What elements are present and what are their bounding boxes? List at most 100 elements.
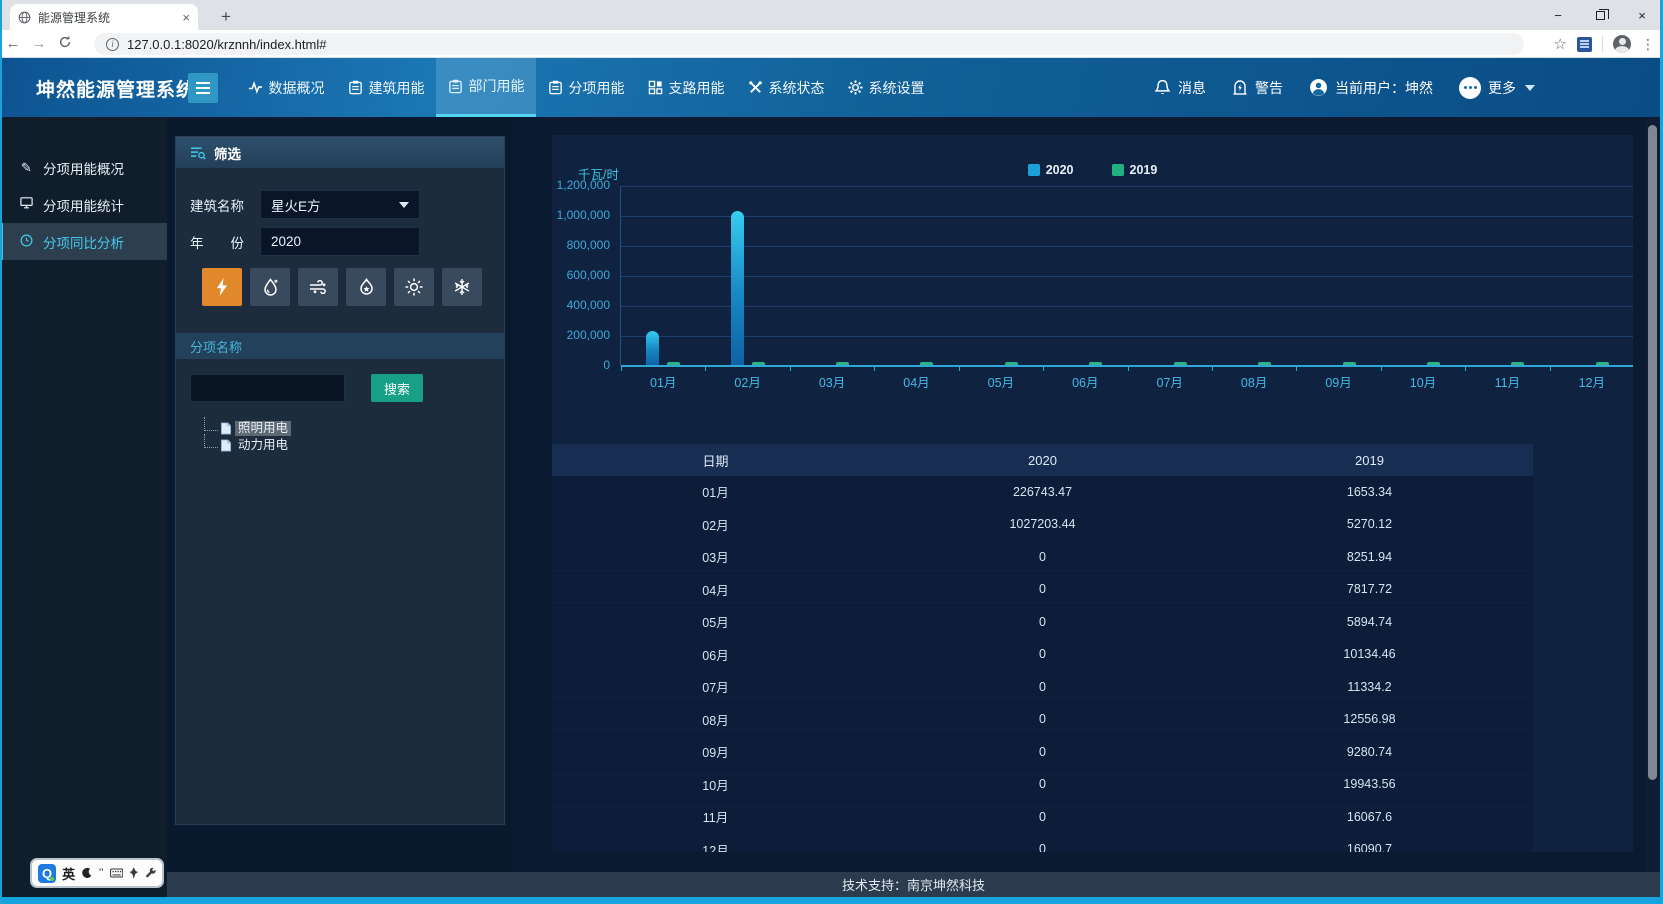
legend-swatch: [1028, 164, 1040, 176]
bar-2019[interactable]: [1427, 362, 1440, 365]
search-button[interactable]: 搜索: [371, 374, 423, 402]
nav-item-system-settings[interactable]: 系统设置: [836, 58, 936, 117]
table-row[interactable]: 07月011334.2: [552, 671, 1533, 704]
address-bar[interactable]: i 127.0.0.1:8020/krznnh/index.html#: [94, 33, 1524, 55]
monitor-icon: [19, 197, 34, 212]
current-user[interactable]: 当前用户：坤然: [1309, 78, 1433, 98]
table-row[interactable]: 02月1027203.445270.12: [552, 509, 1533, 542]
back-button[interactable]: ←: [0, 35, 26, 52]
bar-2019[interactable]: [1258, 362, 1271, 365]
bar-2019[interactable]: [1174, 362, 1187, 365]
sidebar-item-subitem-statistics[interactable]: 分项用能统计: [0, 186, 167, 223]
ime-toolbar[interactable]: Q 英 ’’: [30, 858, 164, 888]
bookmark-star-icon[interactable]: ☆: [1554, 35, 1567, 53]
pin-icon[interactable]: [129, 867, 139, 879]
new-tab-button[interactable]: +: [216, 7, 236, 27]
browser-menu-icon[interactable]: ⋮: [1641, 36, 1655, 53]
nav-item-data-overview[interactable]: 数据概况: [236, 58, 336, 117]
bar-2019[interactable]: [836, 362, 849, 365]
bar-2019[interactable]: [920, 362, 933, 365]
table-row[interactable]: 08月012556.98: [552, 704, 1533, 737]
subitem-search-input[interactable]: [190, 374, 345, 402]
energy-type-electricity-button[interactable]: [202, 268, 242, 306]
window-restore-button[interactable]: [1579, 0, 1621, 30]
x-tick-label: 06月: [1053, 372, 1117, 391]
profile-avatar[interactable]: [1613, 35, 1631, 53]
nav-item-building-energy[interactable]: 建筑用能: [336, 58, 436, 117]
table-row[interactable]: 11月016067.6: [552, 801, 1533, 834]
bar-2019[interactable]: [1343, 362, 1356, 365]
wrench-icon[interactable]: [145, 867, 156, 879]
keyboard-icon[interactable]: [110, 868, 123, 878]
bar-2019[interactable]: [1596, 362, 1609, 365]
building-name-select[interactable]: 星火E方: [260, 190, 420, 219]
messages-button[interactable]: 消息: [1154, 78, 1206, 98]
table-row[interactable]: 01月226743.471653.34: [552, 476, 1533, 509]
browser-tab[interactable]: 能源管理系统 ×: [10, 4, 198, 30]
window-minimize-button[interactable]: −: [1537, 0, 1579, 30]
ime-logo-icon[interactable]: Q: [38, 864, 56, 883]
y-tick-label: 400,000: [552, 298, 610, 312]
bar-2020[interactable]: [731, 211, 744, 365]
tree-item-power[interactable]: 动力用电: [204, 437, 291, 453]
legend-swatch: [1112, 164, 1124, 176]
energy-type-gas-button[interactable]: [346, 268, 386, 306]
nav-item-system-status[interactable]: 系统状态: [736, 58, 836, 117]
sidebar-item-subitem-overview[interactable]: ✎ 分项用能概况: [0, 149, 167, 186]
wind-icon: [309, 279, 327, 295]
site-info-icon[interactable]: i: [106, 38, 119, 51]
filter-header: 筛选: [176, 137, 504, 168]
extension-icon[interactable]: [1577, 37, 1592, 52]
alerts-button[interactable]: 警告: [1232, 78, 1283, 98]
document-icon: [220, 422, 232, 435]
energy-type-wind-button[interactable]: [298, 268, 338, 306]
x-axis-tick: [790, 367, 791, 371]
alarm-icon: [1232, 80, 1248, 96]
bar-2019[interactable]: [667, 362, 680, 365]
bar-chart-plot[interactable]: 01月02月03月04月05月06月07月08月09月10月11月12月: [620, 186, 1633, 366]
more-menu[interactable]: 更多: [1459, 77, 1535, 99]
ime-punctuation-toggle[interactable]: ’’: [99, 866, 104, 880]
forward-button[interactable]: →: [26, 35, 52, 52]
energy-type-cooling-button[interactable]: [442, 268, 482, 306]
table-row[interactable]: 12月016090.7: [552, 834, 1533, 853]
tab-close-icon[interactable]: ×: [182, 10, 190, 25]
chart-legend[interactable]: 2020 2019: [552, 163, 1633, 177]
menu-toggle-button[interactable]: [188, 73, 218, 103]
moon-icon[interactable]: [81, 867, 92, 879]
sidebar-item-yoy-analysis[interactable]: 分项同比分析: [0, 223, 167, 260]
chart-table-panel: 20202019 千瓦/时 1,200,0001,000,000800,0006…: [552, 135, 1633, 852]
footer-text: 技术支持：南京坤然科技: [842, 875, 985, 894]
x-axis-tick: [1381, 367, 1382, 371]
window-close-button[interactable]: ×: [1621, 0, 1663, 30]
bar-2019[interactable]: [752, 362, 765, 365]
table-cell: 226743.47: [879, 476, 1206, 508]
table-row[interactable]: 09月09280.74: [552, 736, 1533, 769]
table-cell: 08月: [552, 704, 879, 736]
table-cell: 10134.46: [1206, 639, 1533, 671]
year-input[interactable]: 2020: [260, 227, 420, 256]
nav-item-branch-energy[interactable]: 支路用能: [636, 58, 736, 117]
nav-item-department-energy[interactable]: 部门用能: [436, 58, 536, 117]
bar-2019[interactable]: [1089, 362, 1102, 365]
energy-type-solar-button[interactable]: [394, 268, 434, 306]
legend-item[interactable]: 2019: [1112, 163, 1158, 177]
table-row[interactable]: 05月05894.74: [552, 606, 1533, 639]
table-row[interactable]: 04月07817.72: [552, 574, 1533, 607]
legend-item[interactable]: 2020: [1028, 163, 1074, 177]
x-axis-tick: [1212, 367, 1213, 371]
bar-2020[interactable]: [646, 331, 659, 365]
bar-2019[interactable]: [1005, 362, 1018, 365]
energy-type-water-button[interactable]: [250, 268, 290, 306]
table-row[interactable]: 06月010134.46: [552, 639, 1533, 672]
browser-toolbar: ← → i 127.0.0.1:8020/krznnh/index.html# …: [0, 30, 1663, 58]
refresh-button[interactable]: [52, 35, 78, 53]
table-row[interactable]: 10月019943.56: [552, 769, 1533, 802]
table-row[interactable]: 03月08251.94: [552, 541, 1533, 574]
scrollbar-thumb[interactable]: [1648, 125, 1657, 780]
ime-language-toggle[interactable]: 英: [62, 864, 75, 883]
nav-item-subitem-energy[interactable]: 分项用能: [536, 58, 636, 117]
bar-2019[interactable]: [1511, 362, 1524, 365]
user-avatar-icon: [1309, 78, 1328, 97]
x-tick-label: 04月: [884, 372, 948, 391]
